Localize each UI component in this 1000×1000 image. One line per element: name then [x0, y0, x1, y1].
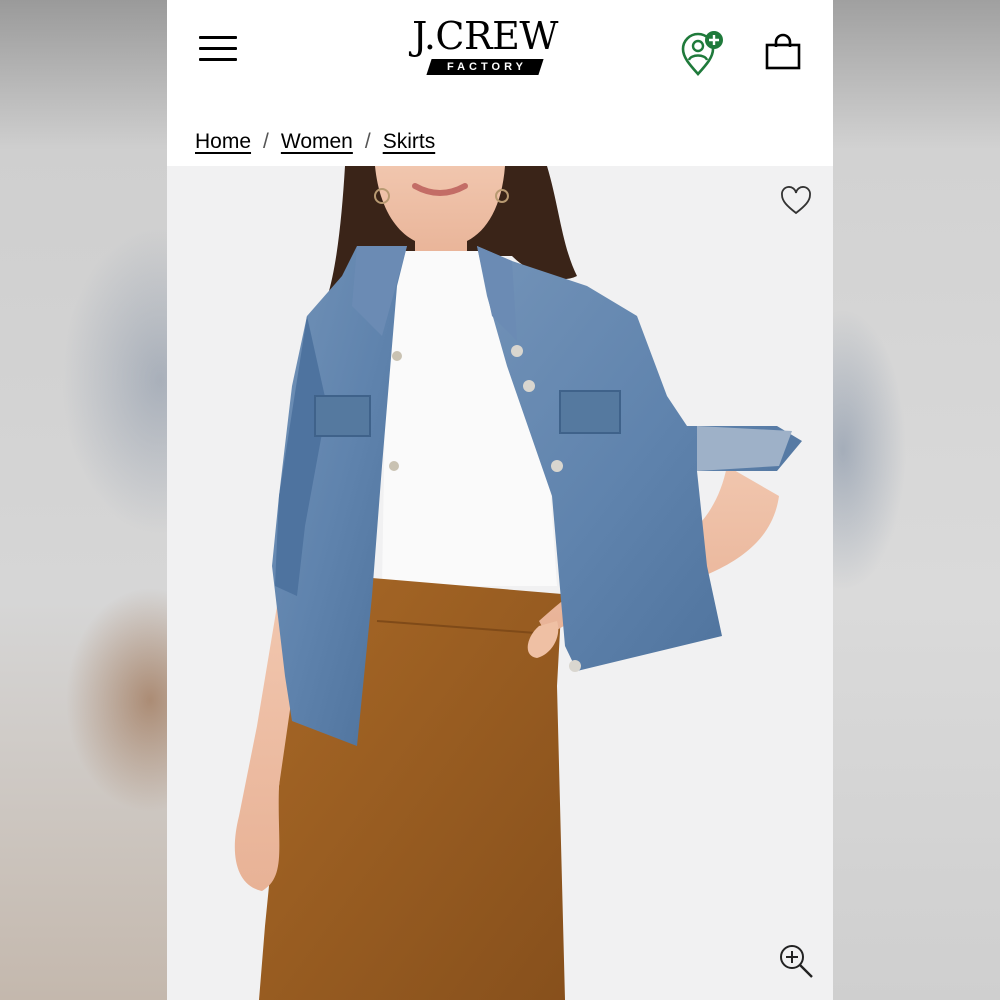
account-add-icon[interactable]	[679, 30, 727, 76]
breadcrumb-separator: /	[263, 130, 269, 153]
breadcrumb-skirts[interactable]: Skirts	[383, 130, 436, 154]
brand-sub: FACTORY	[447, 61, 527, 73]
zoom-in-icon[interactable]	[777, 942, 815, 980]
heart-icon[interactable]	[779, 184, 813, 218]
breadcrumb-separator: /	[364, 130, 371, 153]
breadcrumb-home[interactable]: Home	[195, 130, 251, 154]
product-photo	[234, 166, 802, 1000]
mobile-page: J.CREW FACTORY Home / Women / Skirts	[167, 0, 833, 1000]
blurred-backdrop-left	[0, 0, 167, 1000]
jacket-cuff	[697, 426, 792, 471]
shopping-bag-icon[interactable]	[764, 33, 802, 71]
brand-name: J.CREW	[412, 14, 558, 58]
brand-logo[interactable]: J.CREW FACTORY	[397, 16, 573, 82]
product-image[interactable]	[167, 166, 833, 1000]
brand-sub-badge: FACTORY	[426, 59, 544, 75]
blurred-backdrop-right	[833, 0, 1000, 1000]
breadcrumb: Home / Women / Skirts	[195, 128, 435, 156]
hamburger-menu-icon[interactable]	[199, 36, 237, 62]
breadcrumb-women[interactable]: Women	[281, 130, 353, 154]
site-header: J.CREW FACTORY	[167, 0, 833, 100]
